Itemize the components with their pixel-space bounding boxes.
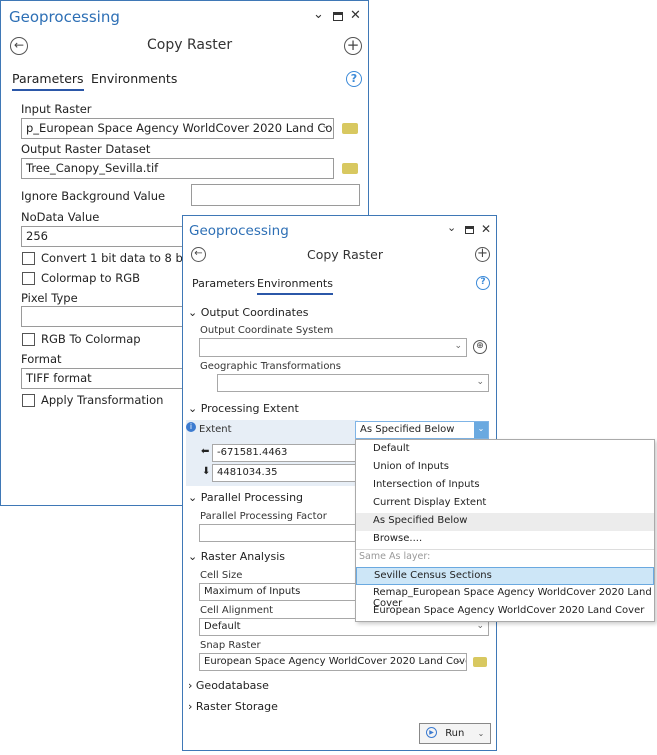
close-icon[interactable]: ✕ [350,8,361,23]
run-label: Run [445,727,465,739]
colormap-rgb-label: Colormap to RGB [41,271,141,285]
apply-transformation-checkbox[interactable] [22,394,35,407]
tool-title: Copy Raster [307,247,383,262]
format-label: Format [21,352,62,366]
run-button[interactable]: ▶ Run ⌄ [419,723,491,744]
panel-title: Geoprocessing [9,8,120,26]
parallel-factor-label: Parallel Processing Factor [200,511,327,522]
chevron-down-icon: ⌄ [476,621,484,631]
chevron-down-icon[interactable]: ⌄ [447,221,456,234]
chevron-down-icon: ⌄ [321,121,329,131]
back-icon[interactable]: ← [191,247,206,262]
tab-environments[interactable]: Environments [91,71,177,89]
tab-environments[interactable]: Environments [257,277,333,295]
cell-alignment-label: Cell Alignment [200,605,274,616]
snap-raster-value: European Space Agency WorldCover 2020 La… [204,656,467,667]
cell-size-label: Cell Size [200,570,243,581]
extent-dropdown-list: Default Union of Inputs Intersection of … [355,439,655,622]
chevron-right-icon: › [188,679,196,692]
chevron-down-icon: ⌄ [454,656,462,666]
geo-transform-select[interactable]: ⌄ [217,374,489,392]
dropdown-item-union[interactable]: Union of Inputs [356,459,654,477]
cell-alignment-value: Default [204,621,241,632]
dropdown-item-browse[interactable]: Browse.... [356,531,654,549]
dropdown-item-layer[interactable]: European Space Agency WorldCover 2020 La… [356,603,654,621]
folder-icon[interactable] [342,123,358,134]
arrow-down-icon: ⬇ [202,466,211,477]
input-raster-select[interactable]: p_European Space Agency WorldCover 2020 … [21,118,334,139]
tab-parameters[interactable]: Parameters [192,277,255,293]
chevron-right-icon: › [188,700,196,713]
colormap-rgb-checkbox[interactable] [22,272,35,285]
chevron-down-icon[interactable]: ⌄ [474,422,488,438]
output-raster-label: Output Raster Dataset [21,142,151,156]
dropdown-item-as-specified[interactable]: As Specified Below [356,513,654,531]
chevron-down-icon: ⌄ [477,728,485,738]
snap-raster-label: Snap Raster [200,640,261,651]
maximize-icon[interactable] [333,12,343,21]
info-icon: i [186,422,196,432]
close-icon[interactable]: ✕ [481,222,491,236]
snap-raster-select[interactable]: European Space Agency WorldCover 2020 La… [199,653,467,671]
arrow-left-icon: ⬅ [201,446,210,457]
cell-size-select[interactable]: Maximum of Inputs [199,583,359,601]
chevron-down-icon: ⌄ [476,377,484,387]
help-icon[interactable]: ? [476,276,490,290]
chevron-down-icon[interactable]: ⌄ [313,7,324,22]
tool-title: Copy Raster [147,37,233,53]
ignore-bg-input[interactable] [191,184,360,206]
dropdown-item-current-display[interactable]: Current Display Extent [356,495,654,513]
output-cs-select[interactable]: ⌄ [199,338,467,357]
nodata-label: NoData Value [21,210,100,224]
section-raster-storage[interactable]: › Raster Storage [188,700,278,713]
add-icon[interactable]: + [475,247,490,262]
extent-bottom-input[interactable]: 4481034.35 [212,464,362,482]
dropdown-item-layer[interactable]: Remap_European Space Agency WorldCover 2… [356,585,654,609]
pixel-type-label: Pixel Type [21,291,78,305]
input-raster-value: p_European Space Agency WorldCover 2020 … [26,121,334,135]
folder-icon[interactable] [342,163,358,174]
geo-transform-label: Geographic Transformations [200,361,341,372]
rgb-colormap-checkbox[interactable] [22,333,35,346]
add-icon[interactable]: + [344,37,362,55]
chevron-down-icon: ⌄ [188,402,201,415]
apply-transformation-label: Apply Transformation [41,393,164,407]
help-icon[interactable]: ? [346,71,362,87]
extent-left-input[interactable]: -671581.4463 [212,444,362,462]
rgb-colormap-label: RGB To Colormap [41,332,141,346]
dropdown-item-intersection[interactable]: Intersection of Inputs [356,477,654,495]
chevron-down-icon: ⌄ [188,550,201,563]
section-parallel-processing[interactable]: ⌄ Parallel Processing [188,491,303,504]
chevron-down-icon: ⌄ [454,341,462,351]
input-raster-label: Input Raster [21,102,92,116]
convert-1bit-checkbox[interactable] [22,252,35,265]
dropdown-group-label: Same As layer: [359,551,431,562]
section-geodatabase[interactable]: › Geodatabase [188,679,269,692]
folder-icon[interactable] [473,657,487,667]
ignore-bg-label: Ignore Background Value [21,189,166,203]
chevron-down-icon: ⌄ [188,306,201,319]
dropdown-item-layer[interactable]: Seville Census Sections [356,567,654,585]
output-raster-input[interactable]: Tree_Canopy_Sevilla.tif [21,158,334,179]
globe-icon[interactable]: ⊕ [473,340,487,354]
extent-select[interactable]: As Specified Below [355,421,489,439]
tab-parameters[interactable]: Parameters [12,71,84,91]
extent-label: Extent [199,424,232,435]
chevron-down-icon: ⌄ [188,491,201,504]
convert-1bit-label: Convert 1 bit data to 8 bit [41,251,191,265]
play-icon: ▶ [426,727,437,738]
back-icon[interactable]: ← [10,37,28,55]
section-output-coordinates[interactable]: ⌄ Output Coordinates [188,306,308,319]
output-cs-label: Output Coordinate System [200,325,334,336]
maximize-icon[interactable] [465,226,474,234]
parallel-factor-input[interactable] [199,524,359,542]
panel-title: Geoprocessing [189,223,289,239]
section-raster-analysis[interactable]: ⌄ Raster Analysis [188,550,285,563]
section-processing-extent[interactable]: ⌄ Processing Extent [188,402,299,415]
dropdown-item-default[interactable]: Default [356,441,654,459]
